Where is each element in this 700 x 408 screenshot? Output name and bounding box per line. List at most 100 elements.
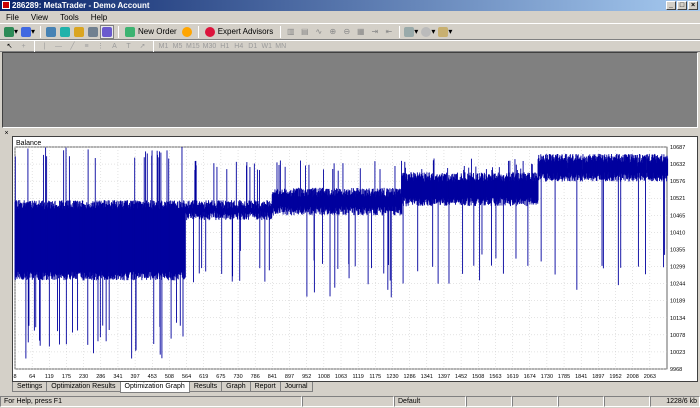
new-chart-button[interactable]: ▾ xyxy=(3,25,19,39)
bar-chart-button[interactable]: ▥ xyxy=(284,25,297,39)
tile-windows-button[interactable]: ▦ xyxy=(354,25,367,39)
y-tick-label: 10078 xyxy=(670,333,685,339)
x-tick-label: 1063 xyxy=(335,374,347,380)
x-tick-label: 64 xyxy=(29,374,35,380)
period-h1[interactable]: H1 xyxy=(218,41,231,51)
tab-optimization-results[interactable]: Optimization Results xyxy=(46,382,121,392)
period-m30[interactable]: M30 xyxy=(202,41,218,51)
period-m15[interactable]: M15 xyxy=(185,41,201,51)
status-empty-3 xyxy=(512,396,558,407)
y-tick-label: 10687 xyxy=(670,145,685,151)
expert-advisors-label: Expert Advisors xyxy=(217,27,274,36)
tab-results[interactable]: Results xyxy=(188,382,223,392)
profiles-icon xyxy=(21,26,32,37)
arrows-tool[interactable]: ➚ xyxy=(136,41,149,51)
horizontal-line-tool[interactable]: — xyxy=(52,41,65,51)
x-tick-label: 8 xyxy=(13,374,16,380)
text-tool[interactable]: A xyxy=(108,41,121,51)
x-tick-label: 730 xyxy=(233,374,242,380)
close-button[interactable]: × xyxy=(688,1,698,10)
trendline-tool[interactable]: ╱ xyxy=(66,41,79,51)
cursor-tool[interactable]: ↖ xyxy=(3,41,16,51)
x-tick-label: 1785 xyxy=(558,374,570,380)
candlestick-button[interactable]: ▤ xyxy=(298,25,311,39)
period-m1[interactable]: M1 xyxy=(157,41,170,51)
x-tick-label: 508 xyxy=(165,374,174,380)
crosshair-tool[interactable]: + xyxy=(17,41,30,51)
y-tick-label: 10465 xyxy=(670,213,685,219)
y-tick-label: 10134 xyxy=(670,316,685,322)
indicators-icon xyxy=(404,26,415,37)
period-mn[interactable]: MN xyxy=(274,41,287,51)
navigator-button[interactable] xyxy=(72,25,85,39)
vertical-line-tool[interactable]: | xyxy=(38,41,51,51)
menu-file[interactable]: File xyxy=(4,13,21,22)
tab-report[interactable]: Report xyxy=(249,382,281,392)
market-watch-icon xyxy=(45,26,56,37)
panel-close-icon[interactable]: × xyxy=(3,130,10,138)
x-tick-label: 1175 xyxy=(369,374,381,380)
strategy-tester-button[interactable] xyxy=(100,24,115,39)
label-tool[interactable]: T xyxy=(122,41,135,51)
x-tick-label: 453 xyxy=(148,374,157,380)
menu-view[interactable]: View xyxy=(29,13,50,22)
x-tick-label: 286 xyxy=(96,374,105,380)
tab-journal[interactable]: Journal xyxy=(279,382,313,392)
tester-tabs: Settings Optimization Results Optimization… xyxy=(12,382,313,393)
chart-shift-button[interactable]: ⇤ xyxy=(382,25,395,39)
x-tick-label: 1674 xyxy=(524,374,536,380)
autoscroll-button[interactable]: ⇥ xyxy=(368,25,381,39)
x-tick-label: 1397 xyxy=(438,374,450,380)
x-tick-label: 230 xyxy=(79,374,88,380)
status-empty-5 xyxy=(604,396,650,407)
x-tick-label: 1619 xyxy=(506,374,518,380)
status-traffic: 1228/6 kb xyxy=(650,396,700,407)
x-tick-label: 119 xyxy=(45,374,54,380)
data-window-button[interactable] xyxy=(58,25,71,39)
profiles-button[interactable]: ▾ xyxy=(20,25,36,39)
strategy-tester-panel: × Balance 10687 10632 10576 10521 10465 10410 1… xyxy=(0,128,700,394)
expert-advisors-button[interactable]: Expert Advisors xyxy=(202,25,277,39)
y-tick-label: 10576 xyxy=(670,179,685,185)
channel-tool[interactable]: ≡ xyxy=(80,41,93,51)
zoom-in-button[interactable]: ⊕ xyxy=(326,25,339,39)
maximize-button[interactable]: □ xyxy=(677,1,687,10)
y-tick-label: 10632 xyxy=(670,162,685,168)
x-tick-label: 897 xyxy=(285,374,294,380)
period-d1[interactable]: D1 xyxy=(246,41,259,51)
tab-graph[interactable]: Graph xyxy=(221,382,251,392)
x-tick-label: 1730 xyxy=(541,374,553,380)
y-tick-label: 10355 xyxy=(670,247,685,253)
line-studies-toolbar: ↖ + | — ╱ ≡ ⋮ A T ➚ M1 M5 M15 M30 H1 H4 … xyxy=(0,40,700,52)
fibonacci-tool[interactable]: ⋮ xyxy=(94,41,107,51)
tab-settings[interactable]: Settings xyxy=(12,382,48,392)
line-chart-button[interactable]: ∿ xyxy=(312,25,325,39)
folder-icon xyxy=(438,26,449,37)
period-w1[interactable]: W1 xyxy=(260,41,273,51)
new-order-button[interactable]: New Order xyxy=(122,25,180,39)
menu-tools[interactable]: Tools xyxy=(58,13,81,22)
market-watch-button[interactable] xyxy=(44,25,57,39)
periods-button[interactable]: ▾ xyxy=(420,25,436,39)
terminal-button[interactable] xyxy=(86,25,99,39)
workspace-area xyxy=(2,52,698,128)
indicators-button[interactable]: ▾ xyxy=(403,25,419,39)
metaeditor-button[interactable] xyxy=(181,25,194,39)
terminal-icon xyxy=(87,26,98,37)
metaeditor-icon xyxy=(182,26,193,37)
period-m5[interactable]: M5 xyxy=(171,41,184,51)
x-tick-label: 1452 xyxy=(455,374,467,380)
period-h4[interactable]: H4 xyxy=(232,41,245,51)
new-order-label: New Order xyxy=(138,27,177,36)
templates-button[interactable]: ▾ xyxy=(437,25,453,39)
x-tick-label: 1119 xyxy=(352,374,363,380)
data-window-icon xyxy=(59,26,70,37)
expert-advisors-icon xyxy=(204,26,215,37)
y-tick-label: 10244 xyxy=(670,282,685,288)
zoom-out-button[interactable]: ⊖ xyxy=(340,25,353,39)
tab-optimization-graph[interactable]: Optimization Graph xyxy=(119,382,190,393)
new-chart-icon xyxy=(4,26,14,37)
menu-help[interactable]: Help xyxy=(89,13,109,22)
minimize-button[interactable]: _ xyxy=(666,1,676,10)
x-tick-label: 397 xyxy=(131,374,140,380)
